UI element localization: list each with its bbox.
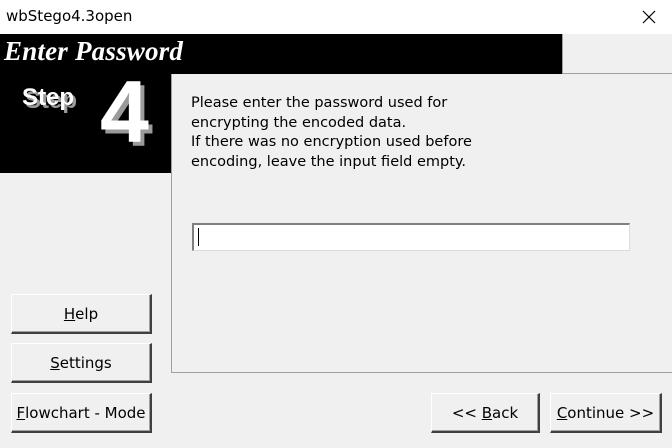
continue-label: ontinue >> (567, 403, 655, 422)
flowchart-accel: F (16, 403, 26, 422)
instruction-line: encoding, leave the input field empty. (191, 153, 467, 170)
step-label: Step (22, 84, 75, 111)
continue-button[interactable]: Continue >> (550, 393, 662, 433)
flowchart-mode-button[interactable]: Flowchart - Mode (11, 393, 152, 433)
back-prefix: << (451, 403, 482, 422)
password-input[interactable] (192, 223, 630, 251)
text-caret (198, 228, 199, 246)
window-title: wbStego4.3open (6, 7, 133, 25)
settings-accel: S (50, 353, 60, 372)
instruction-line: Please enter the password used for (191, 95, 448, 111)
back-button[interactable]: << Back (431, 393, 540, 433)
instruction-line: If there was no encryption used before (191, 134, 472, 150)
header-spacer (562, 34, 672, 74)
back-accel: B (481, 403, 493, 422)
continue-accel: C (556, 403, 568, 422)
title-bar: wbStego4.3open (0, 0, 672, 35)
bottom-divider (171, 372, 672, 373)
help-label: elp (75, 304, 99, 323)
step-indicator: Step 4 (0, 68, 171, 173)
close-button[interactable] (626, 0, 672, 34)
panel-divider (171, 74, 172, 372)
instruction-line: encrypting the encoded data. (191, 114, 407, 131)
back-label: ack (492, 403, 519, 422)
settings-button[interactable]: Settings (11, 343, 152, 383)
close-icon (642, 10, 656, 24)
instructions-text: Please enter the password used for encry… (191, 94, 551, 172)
step-number: 4 (100, 62, 149, 161)
help-button[interactable]: Help (11, 294, 152, 334)
settings-label: ettings (59, 353, 112, 372)
flowchart-label: lowchart - Mode (25, 403, 146, 422)
help-accel: H (63, 304, 76, 323)
page-heading: Enter Password (4, 36, 184, 66)
header-banner: Enter Password (0, 34, 562, 74)
